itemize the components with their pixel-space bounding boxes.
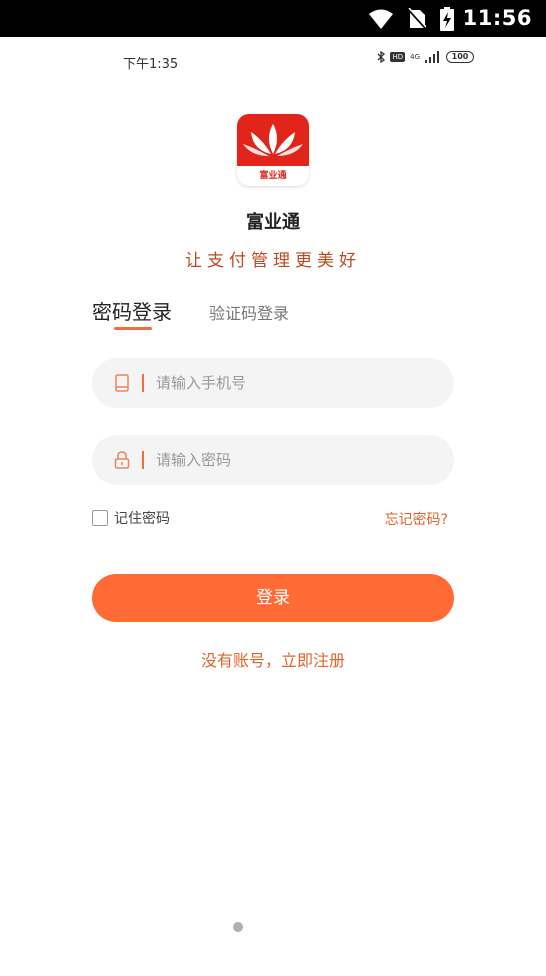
tab-code-login[interactable]: 验证码登录	[209, 300, 289, 324]
hd-badge: HD	[390, 52, 406, 62]
inner-status-icons: HD 4G 100	[377, 51, 474, 63]
system-status-bar: 11:56	[0, 0, 546, 37]
logo-background	[237, 114, 309, 166]
active-tab-indicator	[114, 327, 152, 330]
login-button[interactable]: 登录	[92, 574, 454, 622]
lotus-icon	[243, 124, 303, 156]
no-sim-icon	[408, 8, 426, 30]
battery-charging-icon	[440, 7, 454, 31]
system-icons	[368, 7, 454, 31]
tab-password-login[interactable]: 密码登录	[92, 296, 172, 325]
phone-icon	[115, 374, 129, 392]
network-label: 4G	[410, 53, 420, 61]
page-indicator-dot	[233, 922, 243, 932]
app-slogan: 让支付管理更美好	[185, 251, 361, 271]
app-logo: 富业通	[237, 114, 309, 186]
remember-password[interactable]: 记住密码	[92, 508, 170, 528]
phone-input[interactable]	[156, 358, 436, 408]
battery-indicator: 100	[446, 51, 474, 63]
wifi-icon	[369, 9, 393, 29]
phone-field[interactable]	[92, 358, 454, 408]
logo-text: 富业通	[259, 171, 287, 181]
remember-checkbox[interactable]	[92, 510, 108, 526]
password-field-divider	[142, 451, 144, 469]
signal-icon	[425, 51, 439, 63]
lock-icon	[114, 451, 130, 469]
inner-clock: 下午1:35	[123, 57, 179, 72]
password-field[interactable]	[92, 435, 454, 485]
inner-status-bar: 下午1:35 HD 4G 100	[0, 37, 546, 82]
system-clock: 11:56	[462, 6, 532, 30]
phone-field-divider	[142, 374, 144, 392]
register-link[interactable]: 没有账号，立即注册	[0, 647, 546, 671]
password-input[interactable]	[156, 435, 436, 485]
remember-label: 记住密码	[114, 511, 170, 527]
bluetooth-icon	[377, 51, 386, 63]
app-name: 富业通	[246, 212, 300, 233]
forgot-password-link[interactable]: 忘记密码?	[385, 509, 448, 529]
